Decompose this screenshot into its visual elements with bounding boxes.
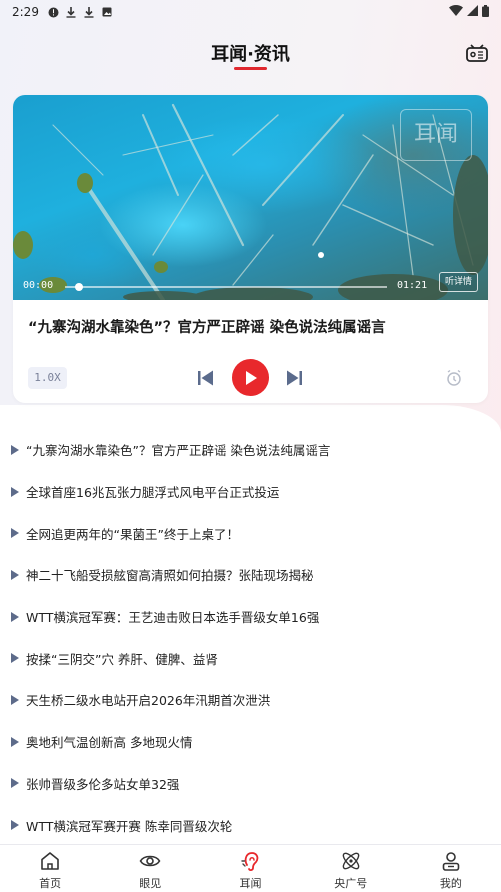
page-title: 耳闻·资讯 bbox=[211, 44, 290, 65]
news-title: 张帅晋级多伦多站女单32强 bbox=[26, 776, 180, 792]
next-icon bbox=[287, 370, 302, 386]
home-icon bbox=[41, 852, 59, 870]
watermark-logo: 耳闻 bbox=[400, 109, 472, 161]
signal-icon bbox=[467, 5, 478, 19]
news-item[interactable]: 全网追更两年的“果菌王”终于上桌了！ bbox=[0, 512, 501, 554]
status-time: 2:29 bbox=[12, 5, 39, 19]
tab-yangguanghao[interactable]: 央广号 bbox=[301, 845, 401, 892]
tab-label: 眼见 bbox=[139, 877, 162, 890]
play-marker-icon bbox=[11, 736, 19, 747]
current-time: 00:00 bbox=[23, 280, 54, 291]
play-marker-icon bbox=[11, 486, 19, 497]
play-marker-icon bbox=[11, 694, 19, 705]
tab-label: 首页 bbox=[39, 877, 62, 890]
news-item[interactable]: 全球首座16兆瓦张力腿浮式风电平台正式投运 bbox=[0, 471, 501, 513]
download-icon bbox=[84, 6, 95, 18]
tab-home[interactable]: 首页 bbox=[0, 845, 100, 892]
news-item[interactable]: 神二十飞船受损舷窗高清照如何拍摄？张陆现场揭秘 bbox=[0, 554, 501, 596]
news-video[interactable]: 耳闻 00:00 01:21 听详情 bbox=[13, 95, 488, 300]
news-title: 奥地利气温创新高 多地现火情 bbox=[26, 735, 193, 751]
detail-button[interactable]: 听详情 bbox=[438, 272, 478, 292]
tab-label: 央广号 bbox=[334, 877, 368, 890]
play-icon bbox=[245, 370, 257, 385]
battery-icon bbox=[482, 4, 489, 20]
speed-button[interactable]: 1.0X bbox=[28, 367, 67, 389]
tab-ear[interactable]: 耳闻 bbox=[200, 845, 300, 892]
progress-bar[interactable] bbox=[65, 283, 387, 291]
total-time: 01:21 bbox=[397, 280, 428, 291]
tab-eye[interactable]: 眼见 bbox=[100, 845, 200, 892]
play-marker-icon bbox=[11, 569, 19, 580]
news-item[interactable]: 张帅晋级多伦多站女单32强 bbox=[0, 763, 501, 805]
news-item[interactable]: 按揉“三阴交”穴 养肝、健脾、益肾 bbox=[0, 637, 501, 679]
atom-icon bbox=[342, 852, 360, 870]
track-title: “九寨沟湖水靠染色”？官方严正辟谣 染色说法纯属谣言 bbox=[28, 320, 386, 336]
play-marker-icon bbox=[11, 653, 19, 664]
news-title: “九寨沟湖水靠染色”？官方严正辟谣 染色说法纯属谣言 bbox=[26, 443, 331, 459]
bottom-tab-bar: 首页 眼见 耳闻 央广号 我的 bbox=[0, 844, 501, 892]
news-item[interactable]: 天生桥二级水电站开启2026年汛期首次泄洪 bbox=[0, 679, 501, 721]
news-title: 神二十飞船受损舷窗高清照如何拍摄？张陆现场揭秘 bbox=[26, 568, 314, 584]
play-marker-icon bbox=[11, 778, 19, 789]
previous-button[interactable] bbox=[197, 368, 215, 388]
audio-player-card: 耳闻 00:00 01:21 听详情 “九寨沟湖水靠染色”？官方严正辟谣 染色说… bbox=[13, 95, 488, 403]
tab-label: 我的 bbox=[439, 877, 462, 890]
news-item[interactable]: “九寨沟湖水靠染色”？官方严正辟谣 染色说法纯属谣言 bbox=[0, 429, 501, 471]
title-underline bbox=[234, 67, 267, 70]
next-button[interactable] bbox=[285, 368, 303, 388]
tab-label: 耳闻 bbox=[239, 877, 262, 890]
tab-profile[interactable]: 我的 bbox=[401, 845, 501, 892]
play-marker-icon bbox=[11, 820, 19, 831]
news-title: 按揉“三阴交”穴 养肝、健脾、益肾 bbox=[26, 651, 218, 667]
news-item[interactable]: WTT横滨冠军赛：王艺迪击败日本选手晋级女单16强 bbox=[0, 596, 501, 638]
news-title: WTT横滨冠军赛：王艺迪击败日本选手晋级女单16强 bbox=[26, 610, 320, 626]
wifi-icon bbox=[449, 5, 463, 19]
page-header: 耳闻·资讯 bbox=[0, 36, 501, 76]
radio-button[interactable] bbox=[465, 40, 489, 64]
progress-knob[interactable] bbox=[75, 283, 83, 291]
photo-icon bbox=[102, 7, 113, 18]
news-list: “九寨沟湖水靠染色”？官方严正辟谣 染色说法纯属谣言 全球首座16兆瓦张力腿浮式… bbox=[0, 429, 501, 846]
news-title: 全网追更两年的“果菌王”终于上桌了！ bbox=[26, 526, 239, 542]
news-title: 天生桥二级水电站开启2026年汛期首次泄洪 bbox=[26, 693, 271, 709]
radio-icon bbox=[466, 44, 488, 62]
play-marker-icon bbox=[11, 528, 19, 539]
play-button[interactable] bbox=[232, 359, 269, 396]
news-title: 全球首座16兆瓦张力腿浮式风电平台正式投运 bbox=[26, 485, 280, 501]
play-marker-icon bbox=[11, 444, 19, 455]
news-item[interactable]: WTT横滨冠军赛开赛 陈幸同晋级次轮 bbox=[0, 804, 501, 846]
sleep-timer-button[interactable] bbox=[445, 369, 463, 387]
timer-icon bbox=[447, 369, 461, 386]
ear-icon bbox=[240, 852, 258, 871]
info-icon bbox=[48, 7, 59, 18]
download-icon bbox=[66, 6, 77, 18]
eye-icon bbox=[139, 855, 161, 867]
play-marker-icon bbox=[11, 611, 19, 622]
prev-icon bbox=[198, 370, 213, 386]
news-title: WTT横滨冠军赛开赛 陈幸同晋级次轮 bbox=[26, 818, 233, 834]
profile-icon bbox=[442, 852, 460, 871]
news-item[interactable]: 奥地利气温创新高 多地现火情 bbox=[0, 721, 501, 763]
status-bar: 2:29 bbox=[0, 0, 501, 24]
video-controls: 00:00 01:21 听详情 bbox=[13, 270, 488, 300]
